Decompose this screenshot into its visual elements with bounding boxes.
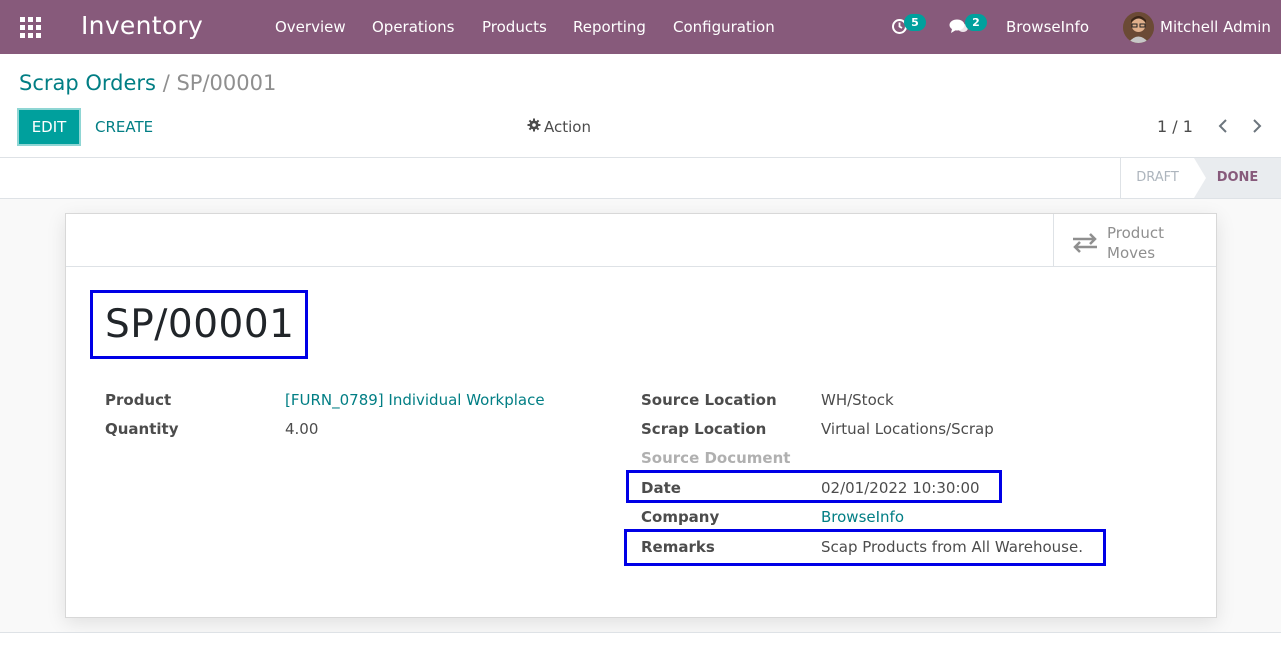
menu-configuration[interactable]: Configuration bbox=[673, 18, 775, 36]
breadcrumb-scrap-orders[interactable]: Scrap Orders bbox=[19, 71, 156, 95]
product-moves-button[interactable]: Product Moves bbox=[1053, 214, 1216, 266]
button-box: Product Moves bbox=[66, 214, 1216, 267]
breadcrumb-separator: / bbox=[162, 71, 170, 95]
top-navbar: Inventory Overview Operations Products R… bbox=[0, 0, 1281, 54]
user-menu[interactable]: Mitchell Admin bbox=[1160, 18, 1271, 36]
scrap-location-label: Scrap Location bbox=[641, 420, 767, 438]
date-label: Date bbox=[641, 479, 681, 497]
source-location-label: Source Location bbox=[641, 391, 777, 409]
record-title: SP/00001 bbox=[105, 302, 295, 347]
company-switcher[interactable]: BrowseInfo bbox=[1006, 18, 1089, 36]
status-draft[interactable]: DRAFT bbox=[1120, 158, 1194, 198]
quantity-label: Quantity bbox=[105, 420, 179, 438]
exchange-arrows-icon bbox=[1071, 232, 1099, 258]
chevron-left-icon[interactable] bbox=[1216, 118, 1230, 138]
company-label: Company bbox=[641, 508, 720, 526]
source-location-value: WH/Stock bbox=[821, 391, 894, 409]
breadcrumb: Scrap Orders / SP/00001 bbox=[19, 71, 276, 95]
menu-reporting[interactable]: Reporting bbox=[573, 18, 646, 36]
create-button[interactable]: CREATE bbox=[95, 118, 153, 136]
user-avatar[interactable] bbox=[1123, 12, 1154, 43]
menu-operations[interactable]: Operations bbox=[372, 18, 454, 36]
control-panel: Scrap Orders / SP/00001 EDIT CREATE Acti… bbox=[0, 54, 1281, 158]
action-menu-button[interactable]: Action bbox=[527, 118, 591, 136]
pager-value[interactable]: 1 / 1 bbox=[1157, 117, 1193, 136]
menu-overview[interactable]: Overview bbox=[275, 18, 346, 36]
app-title[interactable]: Inventory bbox=[81, 11, 203, 40]
scrap-location-value: Virtual Locations/Scrap bbox=[821, 420, 994, 438]
status-done[interactable]: DONE bbox=[1194, 158, 1281, 198]
quantity-value: 4.00 bbox=[285, 420, 319, 438]
company-value[interactable]: BrowseInfo bbox=[821, 508, 904, 526]
remarks-label: Remarks bbox=[641, 538, 715, 556]
source-document-label: Source Document bbox=[641, 449, 791, 467]
product-value[interactable]: [FURN_0789] Individual Workplace bbox=[285, 391, 545, 409]
activity-count-badge: 5 bbox=[904, 14, 926, 31]
chevron-right-icon[interactable] bbox=[1250, 118, 1264, 138]
action-label: Action bbox=[544, 118, 591, 136]
form-sheet: Product Moves SP/00001 Product [FURN_078… bbox=[65, 213, 1217, 618]
date-value: 02/01/2022 10:30:00 bbox=[821, 479, 980, 497]
edit-button[interactable]: EDIT bbox=[17, 108, 81, 146]
gear-icon bbox=[527, 118, 541, 136]
message-count-badge: 2 bbox=[965, 14, 987, 31]
apps-menu-icon[interactable] bbox=[20, 17, 41, 38]
menu-products[interactable]: Products bbox=[482, 18, 547, 36]
status-arrow-divider bbox=[1194, 158, 1206, 198]
status-bar: DRAFT DONE bbox=[0, 158, 1281, 199]
chatter-area bbox=[0, 633, 1281, 656]
product-moves-label: Product Moves bbox=[1107, 224, 1164, 262]
product-label: Product bbox=[105, 391, 172, 409]
breadcrumb-current: SP/00001 bbox=[176, 71, 277, 95]
remarks-value: Scap Products from All Warehouse. bbox=[821, 538, 1083, 556]
